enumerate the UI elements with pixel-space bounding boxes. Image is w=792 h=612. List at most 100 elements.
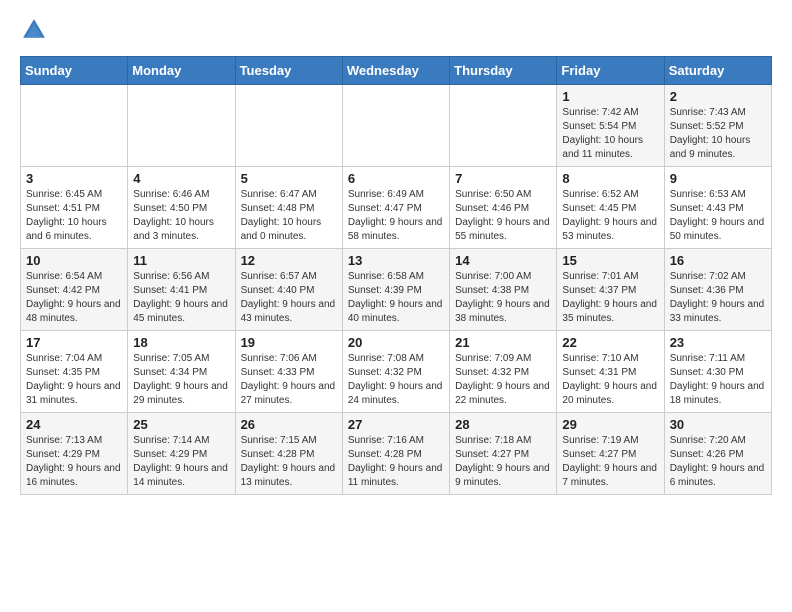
day-cell (235, 85, 342, 167)
day-number: 27 (348, 417, 444, 432)
logo-icon (20, 16, 48, 44)
col-header-sunday: Sunday (21, 57, 128, 85)
day-info: Sunrise: 7:14 AM Sunset: 4:29 PM Dayligh… (133, 434, 229, 490)
day-number: 25 (133, 417, 229, 432)
day-info: Sunrise: 6:56 AM Sunset: 4:41 PM Dayligh… (133, 270, 229, 326)
day-info: Sunrise: 7:10 AM Sunset: 4:31 PM Dayligh… (562, 352, 658, 408)
day-number: 14 (455, 253, 551, 268)
day-info: Sunrise: 6:53 AM Sunset: 4:43 PM Dayligh… (670, 188, 766, 244)
day-cell: 30 Sunrise: 7:20 AM Sunset: 4:26 PM Dayli… (664, 413, 771, 495)
day-cell (128, 85, 235, 167)
calendar-table: SundayMondayTuesdayWednesdayThursdayFrid… (20, 56, 772, 495)
col-header-monday: Monday (128, 57, 235, 85)
day-number: 26 (241, 417, 337, 432)
day-cell: 3 Sunrise: 6:45 AM Sunset: 4:51 PM Daylig… (21, 167, 128, 249)
col-header-wednesday: Wednesday (342, 57, 449, 85)
day-cell: 1Sunrise: 7:42 AM Sunset: 5:54 PM Daylig… (557, 85, 664, 167)
day-number: 21 (455, 335, 551, 350)
day-number: 7 (455, 171, 551, 186)
day-info: Sunrise: 7:43 AM Sunset: 5:52 PM Dayligh… (670, 106, 766, 162)
day-number: 1 (562, 89, 658, 104)
week-row-1: 3 Sunrise: 6:45 AM Sunset: 4:51 PM Daylig… (21, 167, 772, 249)
day-cell: 15 Sunrise: 7:01 AM Sunset: 4:37 PM Dayli… (557, 249, 664, 331)
day-info: Sunrise: 7:05 AM Sunset: 4:34 PM Dayligh… (133, 352, 229, 408)
day-info: Sunrise: 6:58 AM Sunset: 4:39 PM Dayligh… (348, 270, 444, 326)
day-info: Sunrise: 6:50 AM Sunset: 4:46 PM Dayligh… (455, 188, 551, 244)
day-cell: 24 Sunrise: 7:13 AM Sunset: 4:29 PM Dayli… (21, 413, 128, 495)
col-header-friday: Friday (557, 57, 664, 85)
day-cell: 6 Sunrise: 6:49 AM Sunset: 4:47 PM Daylig… (342, 167, 449, 249)
col-header-thursday: Thursday (450, 57, 557, 85)
day-cell: 9Sunrise: 6:53 AM Sunset: 4:43 PM Daylig… (664, 167, 771, 249)
day-number: 10 (26, 253, 122, 268)
day-info: Sunrise: 6:45 AM Sunset: 4:51 PM Dayligh… (26, 188, 122, 244)
header-row: SundayMondayTuesdayWednesdayThursdayFrid… (21, 57, 772, 85)
day-cell: 18 Sunrise: 7:05 AM Sunset: 4:34 PM Dayli… (128, 331, 235, 413)
day-cell: 17Sunrise: 7:04 AM Sunset: 4:35 PM Dayli… (21, 331, 128, 413)
day-cell: 14 Sunrise: 7:00 AM Sunset: 4:38 PM Dayli… (450, 249, 557, 331)
day-number: 29 (562, 417, 658, 432)
day-number: 4 (133, 171, 229, 186)
day-number: 6 (348, 171, 444, 186)
day-info: Sunrise: 7:08 AM Sunset: 4:32 PM Dayligh… (348, 352, 444, 408)
col-header-saturday: Saturday (664, 57, 771, 85)
day-number: 24 (26, 417, 122, 432)
day-number: 23 (670, 335, 766, 350)
day-cell: 27 Sunrise: 7:16 AM Sunset: 4:28 PM Dayli… (342, 413, 449, 495)
day-info: Sunrise: 7:16 AM Sunset: 4:28 PM Dayligh… (348, 434, 444, 490)
week-row-3: 17Sunrise: 7:04 AM Sunset: 4:35 PM Dayli… (21, 331, 772, 413)
day-info: Sunrise: 7:09 AM Sunset: 4:32 PM Dayligh… (455, 352, 551, 408)
day-cell: 4 Sunrise: 6:46 AM Sunset: 4:50 PM Daylig… (128, 167, 235, 249)
day-cell: 2 Sunrise: 7:43 AM Sunset: 5:52 PM Daylig… (664, 85, 771, 167)
page: SundayMondayTuesdayWednesdayThursdayFrid… (0, 0, 792, 511)
day-cell (21, 85, 128, 167)
day-cell: 10 Sunrise: 6:54 AM Sunset: 4:42 PM Dayli… (21, 249, 128, 331)
week-row-2: 10 Sunrise: 6:54 AM Sunset: 4:42 PM Dayli… (21, 249, 772, 331)
day-info: Sunrise: 7:01 AM Sunset: 4:37 PM Dayligh… (562, 270, 658, 326)
day-cell: 25 Sunrise: 7:14 AM Sunset: 4:29 PM Dayli… (128, 413, 235, 495)
day-info: Sunrise: 7:18 AM Sunset: 4:27 PM Dayligh… (455, 434, 551, 490)
day-info: Sunrise: 7:13 AM Sunset: 4:29 PM Dayligh… (26, 434, 122, 490)
day-info: Sunrise: 6:49 AM Sunset: 4:47 PM Dayligh… (348, 188, 444, 244)
day-cell: 8Sunrise: 6:52 AM Sunset: 4:45 PM Daylig… (557, 167, 664, 249)
day-cell: 20Sunrise: 7:08 AM Sunset: 4:32 PM Dayli… (342, 331, 449, 413)
day-cell: 21 Sunrise: 7:09 AM Sunset: 4:32 PM Dayli… (450, 331, 557, 413)
day-info: Sunrise: 6:47 AM Sunset: 4:48 PM Dayligh… (241, 188, 337, 244)
day-number: 2 (670, 89, 766, 104)
day-number: 30 (670, 417, 766, 432)
day-number: 19 (241, 335, 337, 350)
day-cell: 12 Sunrise: 6:57 AM Sunset: 4:40 PM Dayli… (235, 249, 342, 331)
header (20, 16, 772, 44)
day-cell: 7 Sunrise: 6:50 AM Sunset: 4:46 PM Daylig… (450, 167, 557, 249)
day-info: Sunrise: 6:52 AM Sunset: 4:45 PM Dayligh… (562, 188, 658, 244)
day-number: 22 (562, 335, 658, 350)
day-number: 12 (241, 253, 337, 268)
day-cell (342, 85, 449, 167)
day-number: 11 (133, 253, 229, 268)
day-info: Sunrise: 7:00 AM Sunset: 4:38 PM Dayligh… (455, 270, 551, 326)
day-cell: 19Sunrise: 7:06 AM Sunset: 4:33 PM Dayli… (235, 331, 342, 413)
day-number: 3 (26, 171, 122, 186)
day-number: 15 (562, 253, 658, 268)
day-cell: 5 Sunrise: 6:47 AM Sunset: 4:48 PM Daylig… (235, 167, 342, 249)
day-info: Sunrise: 6:57 AM Sunset: 4:40 PM Dayligh… (241, 270, 337, 326)
day-cell: 26Sunrise: 7:15 AM Sunset: 4:28 PM Dayli… (235, 413, 342, 495)
day-number: 18 (133, 335, 229, 350)
day-cell: 22 Sunrise: 7:10 AM Sunset: 4:31 PM Dayli… (557, 331, 664, 413)
day-cell: 13 Sunrise: 6:58 AM Sunset: 4:39 PM Dayli… (342, 249, 449, 331)
day-number: 17 (26, 335, 122, 350)
day-cell: 28 Sunrise: 7:18 AM Sunset: 4:27 PM Dayli… (450, 413, 557, 495)
day-number: 5 (241, 171, 337, 186)
logo (20, 16, 52, 44)
day-info: Sunrise: 7:02 AM Sunset: 4:36 PM Dayligh… (670, 270, 766, 326)
day-number: 13 (348, 253, 444, 268)
day-info: Sunrise: 7:11 AM Sunset: 4:30 PM Dayligh… (670, 352, 766, 408)
day-info: Sunrise: 7:20 AM Sunset: 4:26 PM Dayligh… (670, 434, 766, 490)
day-cell: 11 Sunrise: 6:56 AM Sunset: 4:41 PM Dayli… (128, 249, 235, 331)
day-info: Sunrise: 6:54 AM Sunset: 4:42 PM Dayligh… (26, 270, 122, 326)
day-cell: 29Sunrise: 7:19 AM Sunset: 4:27 PM Dayli… (557, 413, 664, 495)
day-info: Sunrise: 6:46 AM Sunset: 4:50 PM Dayligh… (133, 188, 229, 244)
day-number: 16 (670, 253, 766, 268)
day-number: 28 (455, 417, 551, 432)
col-header-tuesday: Tuesday (235, 57, 342, 85)
